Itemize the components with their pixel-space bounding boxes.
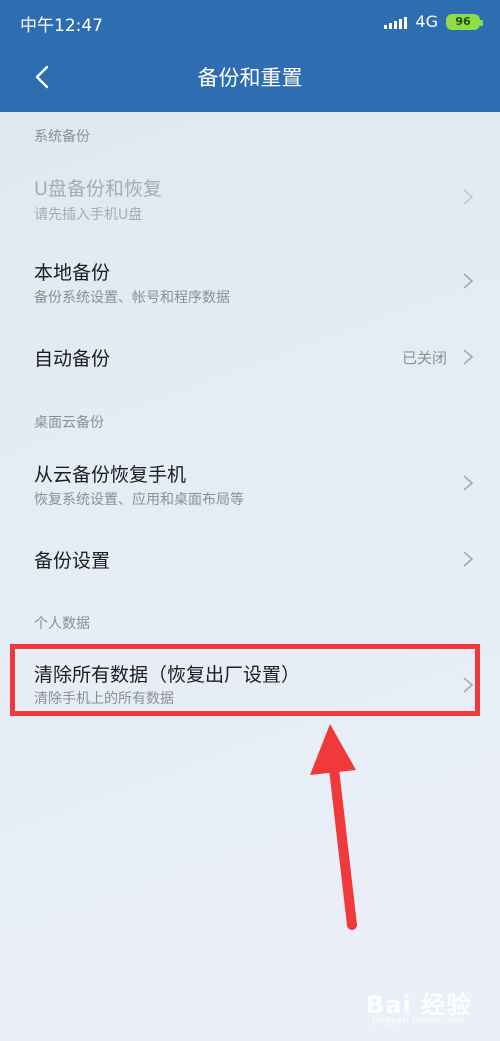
watermark: Bai 经验 jingyan.baidu.com [366, 985, 486, 1031]
watermark-url: jingyan.baidu.com [372, 1015, 465, 1026]
annotation-arrow-icon [310, 724, 357, 930]
